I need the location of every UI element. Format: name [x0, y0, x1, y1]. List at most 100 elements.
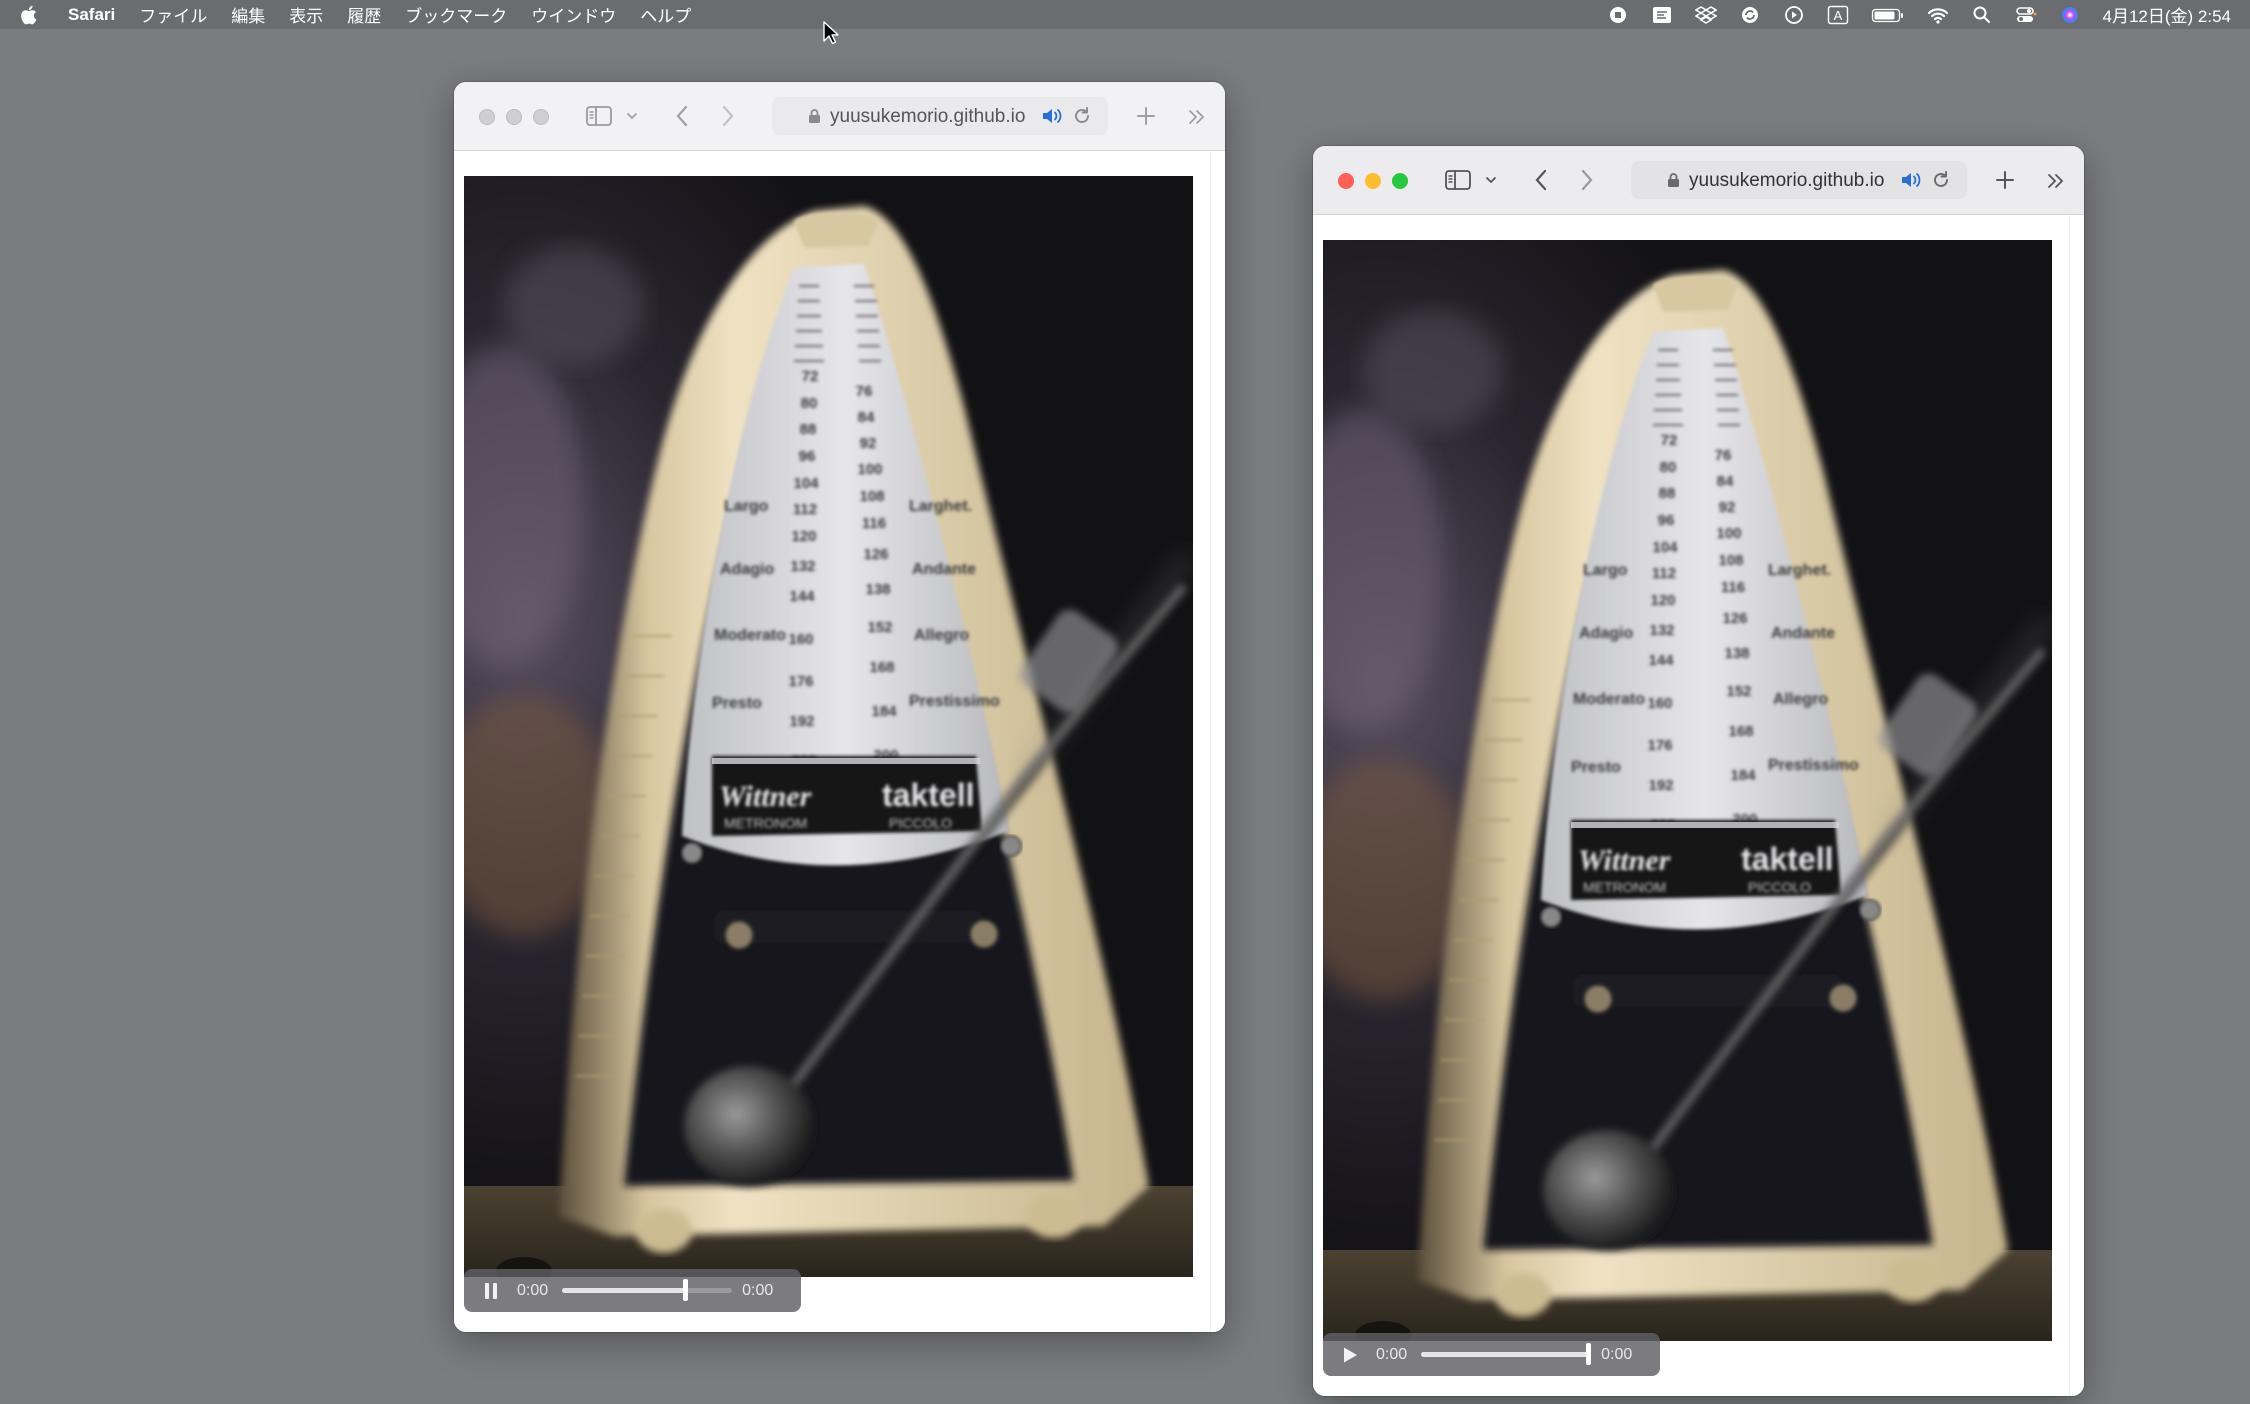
svg-text:112: 112 — [793, 501, 817, 518]
chevron-down-icon[interactable] — [625, 110, 639, 122]
svg-text:176: 176 — [788, 673, 813, 690]
svg-text:Moderato: Moderato — [1573, 691, 1645, 708]
zoom-button[interactable] — [1392, 173, 1408, 189]
svg-text:Adagio: Adagio — [1579, 625, 1633, 642]
menu-window[interactable]: ウインドウ — [531, 2, 616, 27]
reload-icon[interactable] — [1072, 106, 1092, 126]
sidebar-toggle-icon[interactable] — [1443, 168, 1473, 192]
scrollbar[interactable] — [1210, 151, 1225, 1332]
svg-text:96: 96 — [799, 448, 816, 465]
svg-text:84: 84 — [1717, 473, 1734, 490]
svg-text:76: 76 — [1715, 447, 1732, 464]
svg-text:Andante: Andante — [912, 561, 976, 578]
svg-text:80: 80 — [801, 395, 818, 412]
audio-playing-icon[interactable] — [1900, 170, 1924, 190]
audio-playing-icon[interactable] — [1041, 106, 1065, 126]
menu-bookmarks[interactable]: ブックマーク — [405, 2, 507, 27]
svg-text:108: 108 — [859, 488, 884, 505]
forward-icon[interactable] — [718, 102, 738, 130]
metronome-video[interactable]: 72 80 88 96 104 112 120 132 144 160 176 … — [464, 176, 1193, 1277]
apple-menu-icon[interactable] — [18, 0, 48, 29]
svg-text:116: 116 — [1721, 579, 1745, 596]
chevron-double-right-icon[interactable] — [2046, 171, 2066, 191]
back-icon[interactable] — [1531, 166, 1551, 194]
battery-icon[interactable] — [1871, 5, 1905, 25]
zoom-button[interactable] — [533, 109, 549, 125]
video-controls: 0:00 0:00 — [1323, 1333, 1660, 1376]
text-input-icon[interactable] — [1651, 5, 1673, 25]
play-icon[interactable] — [1342, 1345, 1362, 1365]
svg-text:192: 192 — [789, 713, 814, 730]
svg-text:92: 92 — [860, 435, 877, 452]
menu-view[interactable]: 表示 — [289, 2, 323, 27]
svg-text:176: 176 — [1647, 737, 1672, 754]
scrubber-thumb[interactable] — [682, 1279, 688, 1301]
scrollbar[interactable] — [2069, 215, 2084, 1396]
pause-icon[interactable] — [483, 1281, 503, 1301]
menu-help[interactable]: ヘルプ — [640, 2, 691, 27]
close-button[interactable] — [479, 109, 495, 125]
menubar-clock[interactable]: 4月12日(金) 2:54 — [2103, 2, 2232, 27]
svg-text:92: 92 — [1719, 499, 1736, 516]
sync-icon[interactable] — [1739, 5, 1761, 25]
back-icon[interactable] — [672, 102, 692, 130]
stop-record-icon[interactable] — [1607, 5, 1629, 25]
minimize-button[interactable] — [506, 109, 522, 125]
control-center-icon[interactable] — [2015, 5, 2037, 25]
input-source-A-icon[interactable]: A — [1827, 5, 1849, 25]
close-button[interactable] — [1338, 173, 1354, 189]
svg-text:Presto: Presto — [712, 695, 762, 712]
svg-text:76: 76 — [856, 383, 873, 400]
new-tab-icon[interactable] — [1134, 104, 1158, 128]
svg-text:144: 144 — [1648, 652, 1674, 669]
svg-text:Largo: Largo — [1583, 562, 1628, 579]
svg-text:80: 80 — [1660, 459, 1677, 476]
current-time: 0:00 — [517, 1281, 549, 1299]
video-scrubber[interactable] — [1421, 1343, 1592, 1365]
address-bar[interactable]: yuusukemorio.github.io — [772, 97, 1108, 135]
svg-text:A: A — [1833, 8, 1842, 23]
svg-text:100: 100 — [1716, 525, 1741, 542]
video-scrubber[interactable] — [562, 1279, 733, 1301]
menu-history[interactable]: 履歴 — [347, 2, 381, 27]
svg-text:138: 138 — [865, 581, 890, 598]
spotlight-search-icon[interactable] — [1971, 5, 1993, 25]
svg-text:160: 160 — [1647, 695, 1672, 712]
svg-text:Moderato: Moderato — [714, 627, 786, 644]
svg-text:184: 184 — [1730, 767, 1756, 784]
svg-text:152: 152 — [867, 619, 892, 636]
svg-text:PICCOLO: PICCOLO — [1748, 879, 1811, 895]
metronome-video[interactable]: 72 80 88 96 104 112 120 132 144 160 176 … — [1323, 240, 2052, 1341]
svg-text:168: 168 — [1728, 723, 1753, 740]
menu-file[interactable]: ファイル — [139, 2, 207, 27]
forward-icon[interactable] — [1577, 166, 1597, 194]
url-text: yuusukemorio.github.io — [830, 106, 1026, 127]
svg-text:100: 100 — [857, 461, 882, 478]
chevron-double-right-icon[interactable] — [1187, 107, 1207, 127]
svg-text:132: 132 — [790, 558, 815, 575]
menu-app-safari[interactable]: Safari — [68, 5, 115, 25]
scrubber-thumb[interactable] — [1585, 1343, 1591, 1365]
svg-text:152: 152 — [1726, 683, 1751, 700]
svg-text:METRONOM: METRONOM — [724, 815, 807, 831]
menu-edit[interactable]: 編集 — [231, 2, 265, 27]
new-tab-icon[interactable] — [1993, 168, 2017, 192]
play-circle-icon[interactable] — [1783, 5, 1805, 25]
svg-text:taktell: taktell — [882, 777, 974, 813]
svg-text:Presto: Presto — [1571, 759, 1621, 776]
sidebar-toggle-icon[interactable] — [584, 104, 614, 128]
dropbox-icon[interactable] — [1694, 5, 1717, 25]
minimize-button[interactable] — [1365, 173, 1381, 189]
address-bar[interactable]: yuusukemorio.github.io — [1631, 161, 1967, 199]
svg-text:88: 88 — [800, 421, 817, 438]
browser-window-left: yuusukemorio.github.io 72 80 88 96 104 1… — [454, 82, 1225, 1332]
browser-window-right: yuusukemorio.github.io 72 80 88 96 104 1… — [1313, 146, 2084, 1396]
reload-icon[interactable] — [1931, 170, 1951, 190]
lock-icon — [809, 109, 820, 123]
svg-text:138: 138 — [1724, 645, 1749, 662]
siri-icon[interactable] — [2059, 5, 2081, 25]
wifi-icon[interactable] — [1927, 5, 1949, 25]
svg-text:PICCOLO: PICCOLO — [889, 815, 952, 831]
svg-text:112: 112 — [1652, 565, 1676, 582]
chevron-down-icon[interactable] — [1484, 174, 1498, 186]
